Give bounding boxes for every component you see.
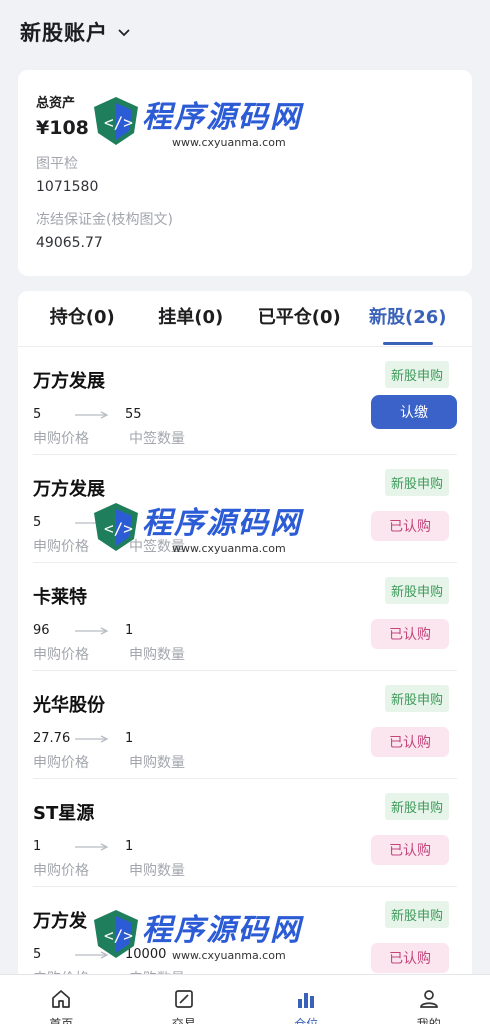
page-title: 新股账户 xyxy=(20,21,108,45)
price-label: 申购价格 xyxy=(33,647,89,663)
quantity-value: 1 xyxy=(125,731,134,746)
asset-card: 总资产 ¥108 图平检 1071580 冻结保证金(枝构图文) 49065.7… xyxy=(18,70,472,276)
arrow-right-icon xyxy=(75,410,109,419)
tab-holdings[interactable]: 持仓(0) xyxy=(28,291,137,347)
subscription-price: 27.76 xyxy=(33,731,71,746)
new-share-tag: 新股申购 xyxy=(384,901,449,928)
price-label: 申购价格 xyxy=(33,431,89,447)
ipo-list-item[interactable]: 卡莱特 96 1 申购价格 申购数量 新股申购 已认购 xyxy=(33,563,457,671)
price-label: 申购价格 xyxy=(33,539,89,555)
quantity-label: 中签数量 xyxy=(129,539,185,555)
tab-closed[interactable]: 已平仓(0) xyxy=(245,291,354,347)
quantity-value: 10000 xyxy=(125,947,167,962)
subscribed-badge: 已认购 xyxy=(371,511,449,541)
ipo-list-item[interactable]: ST星源 1 1 申购价格 申购数量 新股申购 已认购 xyxy=(33,779,457,887)
new-share-tag: 新股申购 xyxy=(384,793,449,820)
balance-value: 1071580 xyxy=(36,179,99,195)
subscribed-badge: 已认购 xyxy=(371,619,449,649)
subscription-price: 5 xyxy=(33,515,42,530)
position-tabs: 持仓(0) 挂单(0) 已平仓(0) 新股(26) xyxy=(18,291,472,347)
arrow-right-icon xyxy=(75,626,109,635)
nav-mine-label: 我的 xyxy=(416,1017,441,1024)
quantity-label: 申购数量 xyxy=(129,647,185,663)
ipo-list-item[interactable]: 光华股份 27.76 1 申购价格 申购数量 新股申购 已认购 xyxy=(33,671,457,779)
price-label: 申购价格 xyxy=(33,755,89,771)
trade-chart-icon xyxy=(174,990,193,1008)
subscribed-badge: 已认购 xyxy=(371,943,449,973)
frozen-margin-value: 49065.77 xyxy=(36,235,103,251)
quantity-value: 1 xyxy=(125,839,134,854)
frozen-margin-label: 冻结保证金(枝构图文) xyxy=(36,212,173,228)
nav-home-label: 首页 xyxy=(49,1017,74,1024)
subscription-price: 5 xyxy=(33,947,42,962)
arrow-right-icon xyxy=(75,842,109,851)
subscribed-badge: 已认购 xyxy=(371,835,449,865)
quantity-label: 申购数量 xyxy=(129,863,185,879)
home-icon xyxy=(52,990,71,1008)
bottom-nav: 首页 交易 仓位 我的 xyxy=(0,974,490,1024)
page-header[interactable]: 新股账户 xyxy=(0,0,490,64)
new-share-tag: 新股申购 xyxy=(384,685,449,712)
bar-chart-icon xyxy=(298,993,315,1008)
ipo-list-item[interactable]: 万方发展 5 申购价格 中签数量 新股申购 已认购 xyxy=(33,455,457,563)
nav-home[interactable]: 首页 xyxy=(0,975,123,1024)
new-share-tag: 新股申购 xyxy=(384,577,449,604)
tab-new-shares[interactable]: 新股(26) xyxy=(354,291,463,347)
arrow-right-icon xyxy=(75,518,109,527)
tab-pending-orders[interactable]: 挂单(0) xyxy=(137,291,246,347)
subscription-price: 5 xyxy=(33,407,42,422)
quantity-value: 1 xyxy=(125,623,134,638)
new-share-tag: 新股申购 xyxy=(384,469,449,496)
quantity-label: 中签数量 xyxy=(129,431,185,447)
new-share-tag: 新股申购 xyxy=(384,361,449,388)
subscribed-badge: 已认购 xyxy=(371,727,449,757)
nav-trade-label: 交易 xyxy=(171,1017,196,1024)
total-assets-label: 总资产 xyxy=(36,96,76,111)
user-icon xyxy=(419,990,438,1008)
ipo-list-item[interactable]: 万方发展 5 55 申购价格 中签数量 新股申购 认缴 xyxy=(33,347,457,455)
arrow-right-icon xyxy=(75,734,109,743)
nav-trade[interactable]: 交易 xyxy=(123,975,246,1024)
nav-mine[interactable]: 我的 xyxy=(368,975,490,1024)
price-label: 申购价格 xyxy=(33,863,89,879)
total-assets-value: ¥108 xyxy=(36,117,89,139)
label-row: 申购价格 中签数量 xyxy=(33,428,457,448)
subscription-price: 96 xyxy=(33,623,50,638)
quantity-label: 申购数量 xyxy=(129,755,185,771)
balance-label: 图平检 xyxy=(36,156,78,172)
nav-position[interactable]: 仓位 xyxy=(245,975,368,1024)
chevron-down-icon[interactable] xyxy=(116,24,132,40)
subscription-price: 1 xyxy=(33,839,42,854)
position-list-card: 持仓(0) 挂单(0) 已平仓(0) 新股(26) 万方发展 5 55 申购价格… xyxy=(18,291,472,1011)
subscribe-button[interactable]: 认缴 xyxy=(371,395,457,429)
quantity-value: 55 xyxy=(125,407,142,422)
arrow-right-icon xyxy=(75,950,109,959)
nav-position-label: 仓位 xyxy=(294,1017,319,1024)
